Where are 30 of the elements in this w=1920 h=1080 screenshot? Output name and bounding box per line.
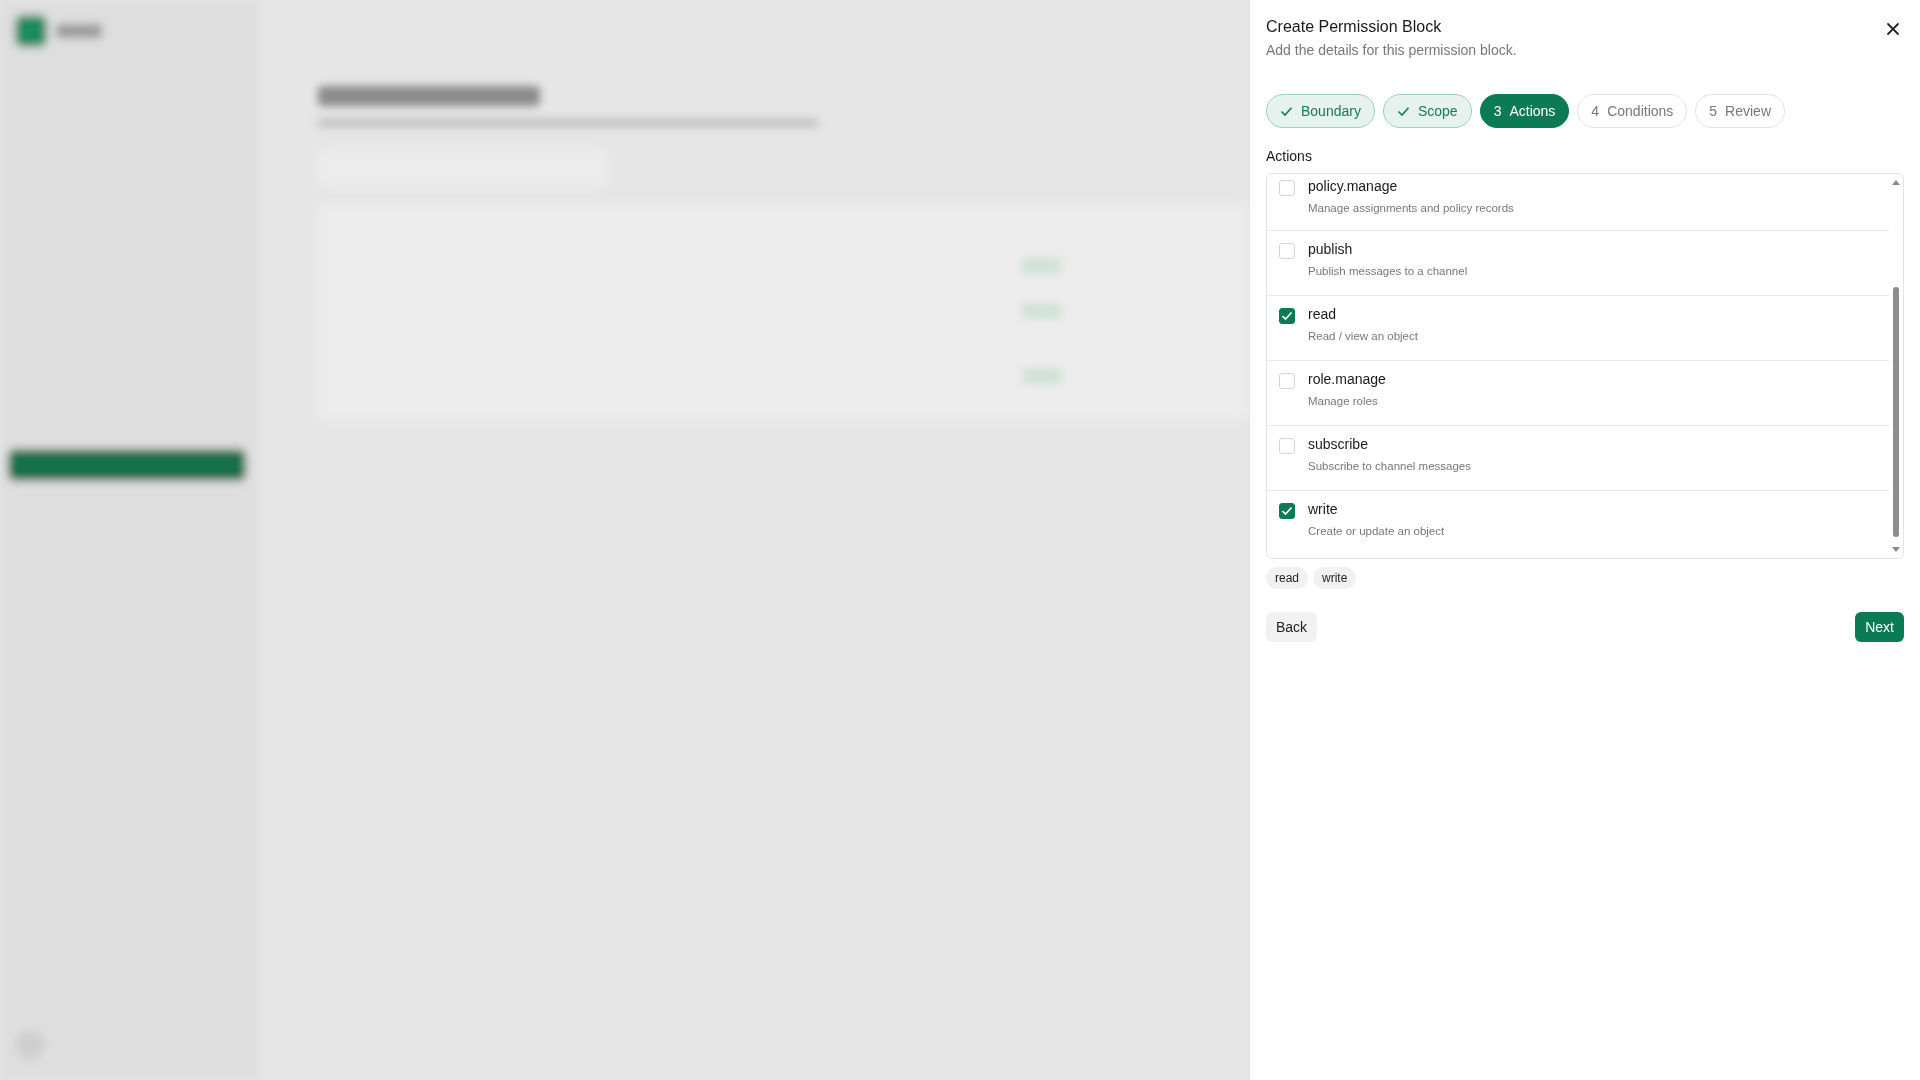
action-name: subscribe [1308,436,1369,452]
step-tab[interactable]: 3 Actions [1479,94,1570,128]
action-description: Manage assignments and policy records [1308,202,1514,214]
action-name: role.manage [1308,371,1386,387]
dialog-subtitle: Add the details for this permission block. [1266,42,1517,58]
dialog-title: Create Permission Block [1266,18,1443,36]
back-button[interactable]: Back [1266,612,1318,642]
action-name: publish [1308,241,1354,257]
action-name: read [1308,306,1338,322]
action-chip: read [1266,567,1309,589]
action-description: Create or update an object [1308,525,1445,537]
action-row[interactable]: read Read / view an object [1267,296,1889,361]
action-row[interactable]: publish Publish messages to a channel [1267,231,1889,296]
step-tab[interactable]: Scope [1382,94,1472,128]
step-tab[interactable]: Boundary [1266,94,1375,128]
action-row[interactable]: policy.manage Manage assignments and policy records [1267,174,1889,231]
step-tab[interactable]: 5 Review [1695,94,1785,128]
action-chip: write [1313,567,1357,589]
action-row[interactable]: subscribe Subscribe to channel messages [1267,426,1889,491]
next-button[interactable]: Next [1855,612,1904,642]
action-description: Subscribe to channel messages [1308,460,1471,472]
action-description: Read / view an object [1308,330,1418,342]
action-name: write [1308,501,1339,517]
action-name: policy.manage [1308,178,1399,194]
action-row[interactable]: role.manage Manage roles [1267,361,1889,426]
action-row[interactable]: write Create or update an object [1267,491,1889,556]
action-description: Manage roles [1308,395,1379,407]
action-description: Publish messages to a channel [1308,265,1468,277]
section-label: Actions [1266,148,1313,164]
step-tab[interactable]: 4 Conditions [1577,94,1688,128]
